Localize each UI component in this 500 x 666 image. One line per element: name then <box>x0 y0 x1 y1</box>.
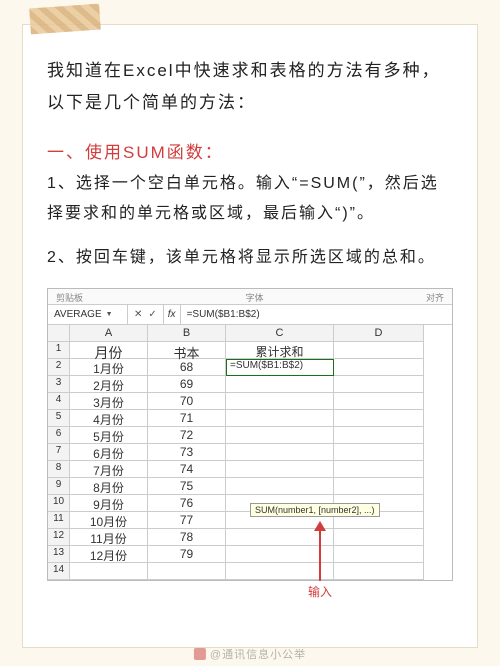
section-1-step-1: 1、选择一个空白单元格。输入“=SUM(”，然后选择要求和的单元格或区域，最后输… <box>47 169 453 230</box>
section-1-title: 一、使用SUM函数： <box>47 138 453 163</box>
cell-A8[interactable]: 7月份 <box>70 461 148 478</box>
cell-A14[interactable] <box>70 563 148 580</box>
cell-C8[interactable] <box>226 461 334 478</box>
cell-A7[interactable]: 6月份 <box>70 444 148 461</box>
cell-D12[interactable] <box>334 529 424 546</box>
document-card: 我知道在Excel中快速求和表格的方法有多种，以下是几个简单的方法： 一、使用S… <box>22 24 478 648</box>
cell-A11[interactable]: 10月份 <box>70 512 148 529</box>
formula-bar-input[interactable]: =SUM($B1:B$2) <box>181 309 260 320</box>
spreadsheet-area: ABCD1月份书本累计求和21月份68=SUM($B1:B$2)32月份6943… <box>48 325 452 580</box>
watermark-text: @通讯信息小公举 <box>210 646 306 662</box>
cell-A9[interactable]: 8月份 <box>70 478 148 495</box>
col-header-D[interactable]: D <box>334 325 424 342</box>
row-header[interactable]: 1 <box>48 342 70 359</box>
cell-D14[interactable] <box>334 563 424 580</box>
cell-D3[interactable] <box>334 376 424 393</box>
cell-B8[interactable]: 74 <box>148 461 226 478</box>
spreadsheet-grid[interactable]: ABCD1月份书本累计求和21月份68=SUM($B1:B$2)32月份6943… <box>48 325 452 580</box>
cell-B6[interactable]: 72 <box>148 427 226 444</box>
cell-D6[interactable] <box>334 427 424 444</box>
intro-paragraph: 我知道在Excel中快速求和表格的方法有多种，以下是几个简单的方法： <box>47 55 453 120</box>
formula-bar: AVERAGE ▼ ✕ ✓ fx =SUM($B1:B$2) <box>48 305 452 325</box>
cell-D8[interactable] <box>334 461 424 478</box>
row-header[interactable]: 9 <box>48 478 70 495</box>
cell-C5[interactable] <box>226 410 334 427</box>
row-header[interactable]: 4 <box>48 393 70 410</box>
row-header[interactable]: 10 <box>48 495 70 512</box>
ribbon-group-clipboard: 剪贴板 <box>56 291 83 304</box>
cell-A12[interactable]: 11月份 <box>70 529 148 546</box>
cell-A3[interactable]: 2月份 <box>70 376 148 393</box>
row-header[interactable]: 6 <box>48 427 70 444</box>
excel-screenshot: 剪贴板 字体 对齐 AVERAGE ▼ ✕ ✓ fx =SUM($B1:B$2)… <box>47 288 453 581</box>
watermark: @通讯信息小公举 <box>194 646 306 662</box>
cell-A10[interactable]: 9月份 <box>70 495 148 512</box>
cell-A5[interactable]: 4月份 <box>70 410 148 427</box>
col-header-B[interactable]: B <box>148 325 226 342</box>
cell-C2[interactable]: =SUM($B1:B$2) <box>226 359 334 376</box>
name-box[interactable]: AVERAGE ▼ <box>48 305 128 324</box>
confirm-icon[interactable]: ✓ <box>148 309 156 320</box>
cell-A6[interactable]: 5月份 <box>70 427 148 444</box>
cell-B3[interactable]: 69 <box>148 376 226 393</box>
row-header[interactable]: 7 <box>48 444 70 461</box>
select-all-corner[interactable] <box>48 325 70 342</box>
cell-B12[interactable]: 78 <box>148 529 226 546</box>
cell-C6[interactable] <box>226 427 334 444</box>
formula-bar-controls: ✕ ✓ <box>128 305 164 324</box>
row-header[interactable]: 12 <box>48 529 70 546</box>
cell-A4[interactable]: 3月份 <box>70 393 148 410</box>
cell-B4[interactable]: 70 <box>148 393 226 410</box>
cell-B11[interactable]: 77 <box>148 512 226 529</box>
cell-C13[interactable] <box>226 546 334 563</box>
cell-B13[interactable]: 79 <box>148 546 226 563</box>
row-header[interactable]: 13 <box>48 546 70 563</box>
dropdown-icon: ▼ <box>106 311 113 318</box>
col-header-A[interactable]: A <box>70 325 148 342</box>
name-box-value: AVERAGE <box>54 309 102 320</box>
cell-D2[interactable] <box>334 359 424 376</box>
row-header[interactable]: 3 <box>48 376 70 393</box>
cancel-icon[interactable]: ✕ <box>134 309 142 320</box>
cell-D7[interactable] <box>334 444 424 461</box>
cell-C12[interactable] <box>226 529 334 546</box>
row-header[interactable]: 8 <box>48 461 70 478</box>
section-1-step-2: 2、按回车键，该单元格将显示所选区域的总和。 <box>47 243 453 273</box>
cell-D9[interactable] <box>334 478 424 495</box>
cell-D1[interactable] <box>334 342 424 359</box>
cell-C1[interactable]: 累计求和 <box>226 342 334 359</box>
row-header[interactable]: 5 <box>48 410 70 427</box>
ribbon-group-align: 对齐 <box>426 291 444 304</box>
function-tooltip: SUM(number1, [number2], ...) <box>250 503 380 517</box>
arrow-label: 输入 <box>308 583 332 600</box>
row-header[interactable]: 2 <box>48 359 70 376</box>
cell-B10[interactable]: 76 <box>148 495 226 512</box>
tape-decoration <box>29 4 101 35</box>
cell-B5[interactable]: 71 <box>148 410 226 427</box>
ribbon-row: 剪贴板 字体 对齐 <box>48 289 452 305</box>
row-header[interactable]: 11 <box>48 512 70 529</box>
cell-A1[interactable]: 月份 <box>70 342 148 359</box>
cell-D5[interactable] <box>334 410 424 427</box>
watermark-logo-icon <box>194 648 206 660</box>
cell-C9[interactable] <box>226 478 334 495</box>
cell-A2[interactable]: 1月份 <box>70 359 148 376</box>
cell-C4[interactable] <box>226 393 334 410</box>
cell-B9[interactable]: 75 <box>148 478 226 495</box>
cell-C7[interactable] <box>226 444 334 461</box>
cell-C14[interactable] <box>226 563 334 580</box>
cell-C3[interactable] <box>226 376 334 393</box>
row-header[interactable]: 14 <box>48 563 70 580</box>
cell-B14[interactable] <box>148 563 226 580</box>
ribbon-group-font: 字体 <box>245 291 263 304</box>
cell-D4[interactable] <box>334 393 424 410</box>
cell-D13[interactable] <box>334 546 424 563</box>
cell-B7[interactable]: 73 <box>148 444 226 461</box>
col-header-C[interactable]: C <box>226 325 334 342</box>
cell-B2[interactable]: 68 <box>148 359 226 376</box>
fx-icon[interactable]: fx <box>164 305 181 324</box>
cell-B1[interactable]: 书本 <box>148 342 226 359</box>
cell-A13[interactable]: 12月份 <box>70 546 148 563</box>
